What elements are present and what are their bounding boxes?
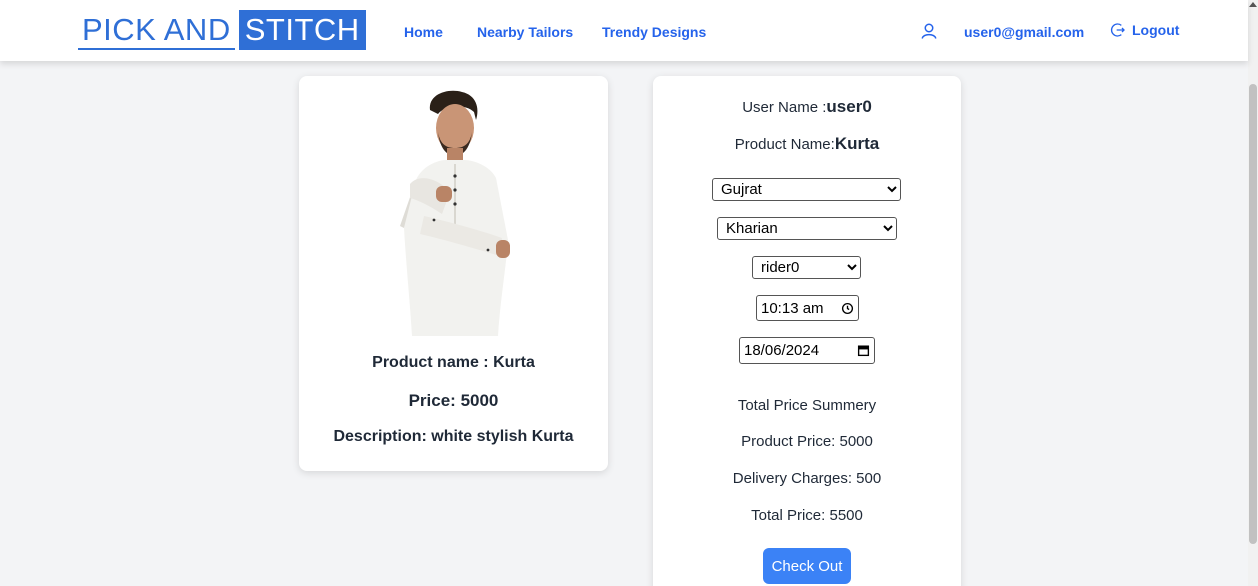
nav-home-link[interactable]: Home [404, 24, 443, 40]
product-name-label: Product Name: [734, 136, 835, 153]
calendar-icon[interactable] [857, 344, 870, 357]
product-image [400, 90, 510, 336]
nav-nearby-tailors-link[interactable]: Nearby Tailors [477, 24, 573, 40]
scroll-up-arrow-icon[interactable] [1249, 2, 1257, 7]
product-price-line: Product Price: 5000 [741, 433, 873, 450]
user-email[interactable]: user0@gmail.com [964, 24, 1084, 40]
user-name-value: user0 [826, 97, 872, 116]
state-select[interactable]: Gujrat [712, 178, 901, 201]
date-value: 18/06/2024 [744, 342, 820, 359]
top-navbar: PICK AND STITCH Home Nearby Tailors Tren… [0, 0, 1248, 61]
date-input[interactable]: 18/06/2024 [739, 337, 875, 364]
logo-text-part2: STITCH [238, 10, 366, 50]
delivery-charges-line: Delivery Charges: 500 [732, 470, 882, 487]
product-price: Price: 5000 [408, 391, 499, 410]
user-name-label: User Name : [742, 99, 827, 116]
user-icon[interactable] [920, 22, 938, 40]
nav-trendy-designs-link[interactable]: Trendy Designs [602, 24, 706, 40]
logout-button[interactable]: Logout [1110, 22, 1179, 38]
city-select[interactable]: Kharian [717, 217, 897, 240]
time-value: 10:13 am [761, 299, 824, 317]
check-out-button[interactable]: Check Out [763, 548, 851, 584]
total-price-line: Total Price: 5500 [751, 507, 863, 524]
brand-logo[interactable]: PICK AND STITCH [78, 10, 366, 50]
product-name-value: Kurta [834, 134, 880, 153]
logo-text-part1: PICK AND [78, 10, 235, 50]
product-description: Description: white stylish Kurta [333, 428, 574, 445]
clock-icon[interactable] [841, 302, 854, 315]
logout-label: Logout [1132, 22, 1180, 38]
product-name-line: Product Name:Kurta [653, 134, 961, 154]
scrollbar-thumb[interactable] [1249, 84, 1257, 544]
logout-icon [1110, 23, 1125, 37]
rider-select[interactable]: rider0 [752, 256, 861, 279]
product-name: Product name : Kurta [372, 354, 535, 371]
user-name-line: User Name :user0 [653, 97, 961, 117]
time-input[interactable]: 10:13 am [756, 295, 859, 321]
price-summary-title: Total Price Summery [737, 397, 877, 414]
